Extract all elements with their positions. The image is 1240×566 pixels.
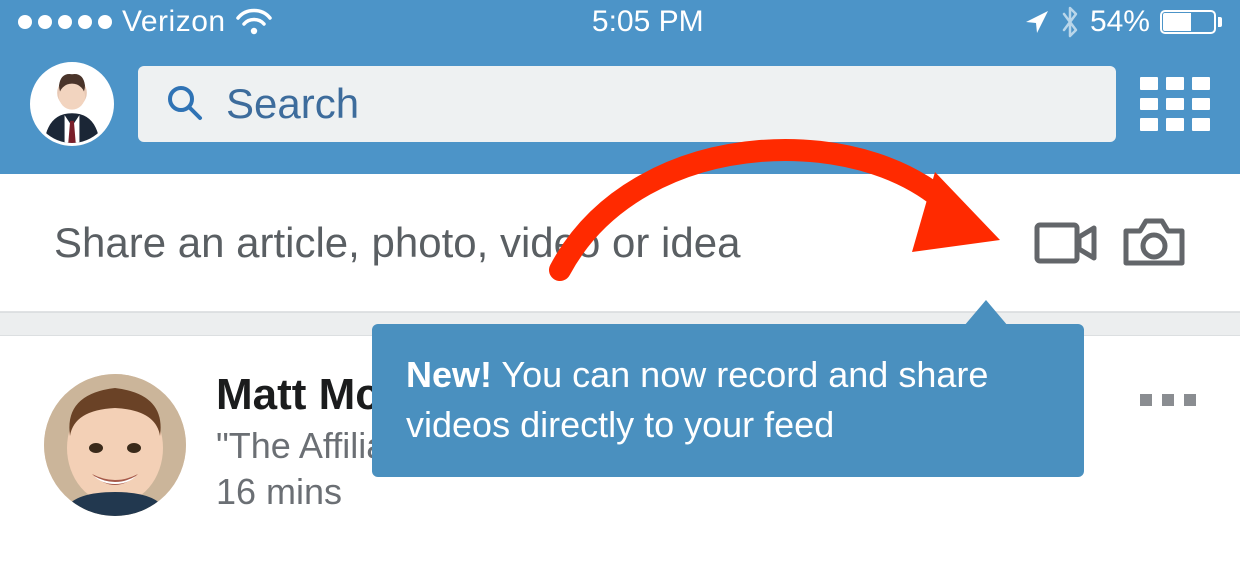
search-input[interactable] xyxy=(226,80,1090,128)
app-header xyxy=(0,44,1240,174)
search-box[interactable] xyxy=(138,66,1116,142)
carrier-label: Verizon xyxy=(122,5,226,39)
composer-prompt: Share an article, photo, video or idea xyxy=(54,219,1010,267)
location-icon xyxy=(1024,9,1050,35)
apps-grid-icon[interactable] xyxy=(1140,77,1210,131)
video-icon[interactable] xyxy=(1034,217,1098,269)
feed-item-time: 16 mins xyxy=(216,471,1110,513)
wifi-icon xyxy=(236,8,272,36)
profile-avatar[interactable] xyxy=(30,62,114,146)
search-icon xyxy=(164,82,204,127)
bluetooth-icon xyxy=(1060,6,1080,38)
camera-icon[interactable] xyxy=(1122,217,1186,269)
battery-icon xyxy=(1160,10,1222,34)
feature-tooltip[interactable]: New! You can now record and share videos… xyxy=(372,324,1084,477)
tooltip-text: You can now record and share videos dire… xyxy=(406,354,988,445)
feed-item-overflow-button[interactable] xyxy=(1140,364,1196,406)
tooltip-tag: New! xyxy=(406,354,492,395)
battery-pct-label: 54% xyxy=(1090,5,1150,39)
clock-label: 5:05 PM xyxy=(592,5,704,38)
signal-dots-icon xyxy=(18,15,112,29)
composer-bar[interactable]: Share an article, photo, video or idea xyxy=(0,174,1240,312)
status-bar: Verizon 5:05 PM 54% xyxy=(0,0,1240,44)
feed-item-avatar[interactable] xyxy=(44,374,186,516)
